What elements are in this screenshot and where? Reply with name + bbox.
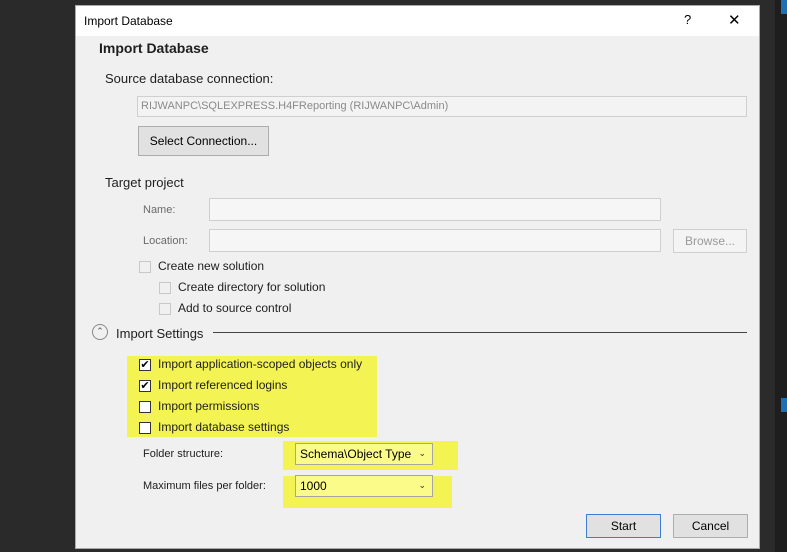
chevron-down-icon: ⌄	[418, 448, 426, 458]
import-database-dialog: Import Database ? ✕ Import Database Sour…	[75, 5, 760, 549]
checkbox-label: Import database settings	[158, 420, 290, 434]
folder-structure-label: Folder structure:	[143, 448, 224, 460]
dialog-title: Import Database	[84, 14, 173, 28]
browse-button[interactable]: Browse...	[673, 229, 747, 253]
cancel-button[interactable]: Cancel	[673, 514, 748, 538]
page-title: Import Database	[99, 40, 209, 56]
background-left	[0, 0, 75, 552]
checkbox-label: Import permissions	[158, 399, 260, 413]
location-input[interactable]	[209, 229, 661, 252]
checkbox-label: Add to source control	[178, 301, 292, 315]
checkmark-icon: ✔	[139, 359, 151, 371]
location-label: Location:	[143, 235, 188, 247]
name-input[interactable]	[209, 198, 661, 221]
background-right-strip	[775, 0, 787, 552]
select-connection-button[interactable]: Select Connection...	[138, 126, 269, 156]
checkbox-box	[159, 282, 171, 294]
title-bar: Import Database ? ✕	[76, 6, 759, 36]
help-button[interactable]: ?	[684, 12, 691, 27]
section-divider	[213, 332, 747, 333]
max-files-dropdown[interactable]: 1000 ⌄	[295, 475, 433, 497]
name-label: Name:	[143, 204, 176, 216]
checkbox-box	[139, 422, 151, 434]
checkbox-label: Create new solution	[158, 259, 265, 273]
checkbox-box	[159, 303, 171, 315]
max-files-label: Maximum files per folder:	[143, 480, 266, 492]
checkbox-label: Import application-scoped objects only	[158, 357, 363, 371]
source-connection-field: RIJWANPC\SQLEXPRESS.H4FReporting (RIJWAN…	[137, 96, 747, 117]
background-scroll-marker	[781, 398, 787, 412]
checkbox-label: Create directory for solution	[178, 280, 326, 294]
checkmark-icon: ✔	[139, 380, 151, 392]
start-button[interactable]: Start	[586, 514, 661, 538]
checkbox-label: Import referenced logins	[158, 378, 288, 392]
background-tab-marker	[781, 0, 787, 14]
checkbox-box	[139, 401, 151, 413]
chevron-down-icon: ⌄	[418, 480, 426, 490]
source-connection-label: Source database connection:	[105, 71, 274, 86]
folder-structure-dropdown[interactable]: Schema\Object Type ⌄	[295, 443, 433, 465]
import-settings-label: Import Settings	[116, 326, 204, 341]
target-project-label: Target project	[105, 175, 184, 190]
max-files-value: 1000	[300, 479, 327, 493]
close-icon[interactable]: ✕	[728, 11, 741, 29]
folder-structure-value: Schema\Object Type	[300, 447, 412, 461]
checkbox-box	[139, 261, 151, 273]
collapse-section-icon[interactable]: ⌃	[92, 324, 108, 340]
